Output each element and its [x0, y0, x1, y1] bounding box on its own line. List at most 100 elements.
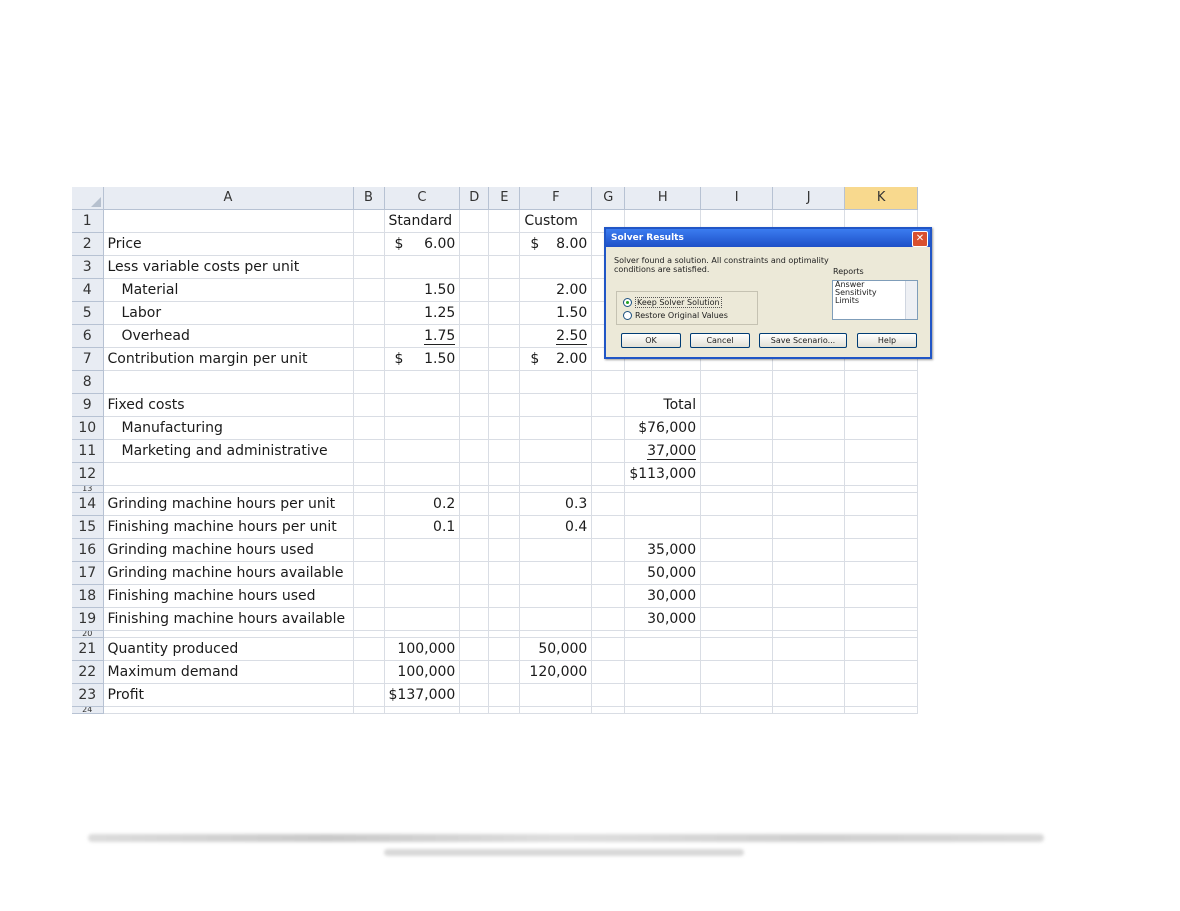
cell-f5[interactable]: 1.50 [519, 301, 593, 325]
cell-e18[interactable] [488, 584, 521, 608]
cell-a24[interactable] [103, 706, 354, 714]
cell-c14[interactable]: 0.2 [384, 492, 461, 516]
cell-d12[interactable] [459, 462, 490, 486]
cell-b15[interactable] [353, 515, 385, 539]
cell-j23[interactable] [772, 683, 846, 707]
save-scenario-button[interactable]: Save Scenario... [759, 333, 847, 348]
cell-d17[interactable] [459, 561, 490, 585]
cell-a12[interactable] [103, 462, 354, 486]
cell-k20[interactable] [844, 630, 919, 638]
help-button[interactable]: Help [857, 333, 917, 348]
row-header[interactable]: 5 [72, 301, 104, 325]
column-header-k[interactable]: K [844, 187, 919, 210]
cell-d22[interactable] [459, 660, 490, 684]
cell-j20[interactable] [772, 630, 846, 638]
cell-h21[interactable] [624, 637, 702, 661]
cell-i13[interactable] [700, 485, 774, 493]
cell-f18[interactable] [519, 584, 593, 608]
cell-d21[interactable] [459, 637, 490, 661]
dialog-title-bar[interactable]: Solver Results ✕ [606, 229, 930, 247]
row-header[interactable]: 21 [72, 637, 104, 661]
cell-e4[interactable] [488, 278, 521, 302]
cell-e1[interactable] [488, 209, 521, 233]
cell-a3[interactable]: Less variable costs per unit [103, 255, 354, 279]
column-header-h[interactable]: H [624, 187, 702, 210]
cell-f6[interactable]: 2.50 [519, 324, 593, 348]
cell-h16[interactable]: 35,000 [624, 538, 702, 562]
cell-d20[interactable] [459, 630, 490, 638]
cell-k15[interactable] [844, 515, 919, 539]
ok-button[interactable]: OK [621, 333, 681, 348]
cell-a4[interactable]: Material [103, 278, 354, 302]
cell-h12[interactable]: $113,000 [624, 462, 702, 486]
cell-e10[interactable] [488, 416, 521, 440]
cell-d23[interactable] [459, 683, 490, 707]
cell-a13[interactable] [103, 485, 354, 493]
cell-e3[interactable] [488, 255, 521, 279]
cell-b24[interactable] [353, 706, 385, 714]
cell-c3[interactable] [384, 255, 461, 279]
cell-c11[interactable] [384, 439, 461, 463]
cell-i17[interactable] [700, 561, 774, 585]
column-header-f[interactable]: F [519, 187, 593, 210]
cell-e22[interactable] [488, 660, 521, 684]
cell-f7[interactable]: $2.00 [519, 347, 593, 371]
cell-c22[interactable]: 100,000 [384, 660, 461, 684]
cell-a14[interactable]: Grinding machine hours per unit [103, 492, 354, 516]
cell-f20[interactable] [519, 630, 593, 638]
cancel-button[interactable]: Cancel [690, 333, 750, 348]
cell-b9[interactable] [353, 393, 385, 417]
row-header[interactable]: 8 [72, 370, 104, 394]
cell-i22[interactable] [700, 660, 774, 684]
cell-f12[interactable] [519, 462, 593, 486]
cell-i23[interactable] [700, 683, 774, 707]
cell-e11[interactable] [488, 439, 521, 463]
cell-c1[interactable]: Standard [384, 209, 461, 233]
cell-b6[interactable] [353, 324, 385, 348]
cell-g19[interactable] [591, 607, 626, 631]
row-header[interactable]: 23 [72, 683, 104, 707]
cell-a19[interactable]: Finishing machine hours available [103, 607, 354, 631]
cell-e13[interactable] [488, 485, 521, 493]
column-header-j[interactable]: J [772, 187, 846, 210]
cell-d9[interactable] [459, 393, 490, 417]
row-header[interactable]: 19 [72, 607, 104, 631]
cell-h10[interactable]: $76,000 [624, 416, 702, 440]
cell-g14[interactable] [591, 492, 626, 516]
cell-i11[interactable] [700, 439, 774, 463]
cell-b12[interactable] [353, 462, 385, 486]
cell-j8[interactable] [772, 370, 846, 394]
cell-g22[interactable] [591, 660, 626, 684]
cell-c17[interactable] [384, 561, 461, 585]
cell-f22[interactable]: 120,000 [519, 660, 593, 684]
cell-c24[interactable] [384, 706, 461, 714]
cell-g23[interactable] [591, 683, 626, 707]
row-header[interactable]: 13 [72, 485, 104, 493]
cell-b3[interactable] [353, 255, 385, 279]
cell-b2[interactable] [353, 232, 385, 256]
cell-k21[interactable] [844, 637, 919, 661]
cell-g13[interactable] [591, 485, 626, 493]
row-header[interactable]: 4 [72, 278, 104, 302]
cell-j16[interactable] [772, 538, 846, 562]
row-header[interactable]: 6 [72, 324, 104, 348]
cell-f1[interactable]: Custom [519, 209, 593, 233]
reports-scrollbar[interactable] [905, 281, 917, 319]
cell-g15[interactable] [591, 515, 626, 539]
row-header[interactable]: 16 [72, 538, 104, 562]
cell-b13[interactable] [353, 485, 385, 493]
cell-c9[interactable] [384, 393, 461, 417]
cell-k18[interactable] [844, 584, 919, 608]
column-header-g[interactable]: G [591, 187, 626, 210]
cell-b23[interactable] [353, 683, 385, 707]
cell-g11[interactable] [591, 439, 626, 463]
cell-j17[interactable] [772, 561, 846, 585]
cell-g20[interactable] [591, 630, 626, 638]
cell-c5[interactable]: 1.25 [384, 301, 461, 325]
row-header[interactable]: 17 [72, 561, 104, 585]
cell-a23[interactable]: Profit [103, 683, 354, 707]
cell-a8[interactable] [103, 370, 354, 394]
row-header[interactable]: 11 [72, 439, 104, 463]
cell-g17[interactable] [591, 561, 626, 585]
cell-j10[interactable] [772, 416, 846, 440]
